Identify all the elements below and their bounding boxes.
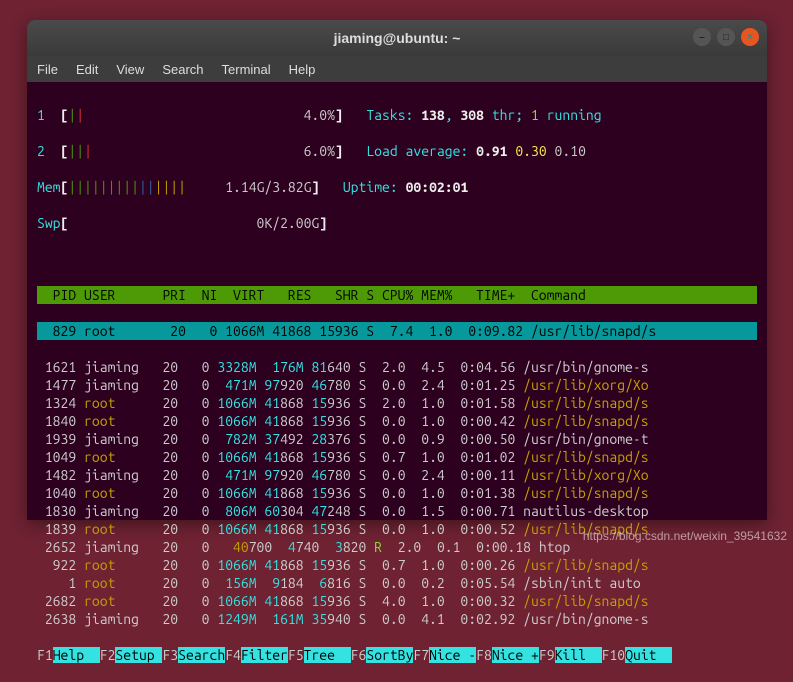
fkey-action[interactable]: Filter	[241, 647, 288, 663]
tasks-count: 138	[421, 107, 445, 123]
window-buttons: – □ ×	[693, 28, 759, 46]
table-row[interactable]: 2638 jiaming 20 0 1249M 161M 35940 S 0.0…	[37, 610, 757, 628]
mem-label: Mem	[37, 179, 61, 195]
cpu2-pct: 6.0%	[304, 143, 335, 159]
running-count: 1	[531, 107, 539, 123]
menu-terminal[interactable]: Terminal	[222, 62, 271, 77]
table-row[interactable]: 1482 jiaming 20 0 471M 97920 46780 S 0.0…	[37, 466, 757, 484]
fkey-action[interactable]: SortBy	[366, 647, 413, 663]
table-row[interactable]: 1040 root 20 0 1066M 41868 15936 S 0.0 1…	[37, 484, 757, 502]
minimize-button[interactable]: –	[693, 28, 711, 46]
table-row[interactable]: 1 root 20 0 156M 9184 6816 S 0.0 0.2 0:0…	[37, 574, 757, 592]
menu-search[interactable]: Search	[162, 62, 203, 77]
process-list[interactable]: 1621 jiaming 20 0 3328M 176M 81640 S 2.0…	[37, 358, 757, 628]
table-row[interactable]: 1324 root 20 0 1066M 41868 15936 S 2.0 1…	[37, 394, 757, 412]
table-row[interactable]: 922 root 20 0 1066M 41868 15936 S 0.7 1.…	[37, 556, 757, 574]
menubar: File Edit View Search Terminal Help	[27, 56, 767, 82]
cpu1-pct: 4.0%	[304, 107, 335, 123]
window-title: jiaming@ubuntu: ~	[334, 30, 461, 46]
menu-edit[interactable]: Edit	[76, 62, 98, 77]
selected-row[interactable]: 829 root 20 0 1066M 41868 15936 S 7.4 1.…	[37, 322, 757, 340]
menu-view[interactable]: View	[116, 62, 144, 77]
table-row[interactable]: 1621 jiaming 20 0 3328M 176M 81640 S 2.0…	[37, 358, 757, 376]
thr-count: 308	[460, 107, 484, 123]
cpu2-label: 2	[37, 143, 45, 159]
load-label: Load average:	[366, 143, 476, 159]
fkey-action[interactable]: Search	[178, 647, 225, 663]
close-button[interactable]: ×	[741, 28, 759, 46]
tasks-label: Tasks:	[366, 107, 421, 123]
fkey-action[interactable]: Setup	[115, 647, 162, 663]
titlebar[interactable]: jiaming@ubuntu: ~ – □ ×	[27, 20, 767, 56]
watermark: https://blog.csdn.net/weixin_39541632	[583, 529, 787, 543]
load3: 0.10	[555, 143, 586, 159]
load1: 0.91	[476, 143, 507, 159]
table-row[interactable]: 1477 jiaming 20 0 471M 97920 46780 S 0.0…	[37, 376, 757, 394]
terminal-content: 1 [|| 4.0%] Tasks: 138, 308 thr; 1 runni…	[27, 82, 767, 682]
mem-usage: 1.14G/3.82G	[225, 179, 311, 195]
fkey-action[interactable]: Tree	[304, 647, 351, 663]
fkey-action[interactable]: Kill	[555, 647, 602, 663]
fkey-action[interactable]: Help	[53, 647, 100, 663]
fkey-action[interactable]: Nice +	[492, 647, 539, 663]
load2: 0.30	[515, 143, 546, 159]
maximize-button[interactable]: □	[717, 28, 735, 46]
menu-help[interactable]: Help	[289, 62, 316, 77]
uptime-label: Uptime:	[343, 179, 406, 195]
column-header[interactable]: PID USER PRI NI VIRT RES SHR S CPU% MEM%…	[37, 286, 757, 304]
swp-label: Swp	[37, 215, 61, 231]
terminal-window: jiaming@ubuntu: ~ – □ × File Edit View S…	[27, 20, 767, 520]
cpu1-label: 1	[37, 107, 45, 123]
fkey-action[interactable]: Quit	[625, 647, 672, 663]
fkey-action[interactable]: Nice -	[429, 647, 476, 663]
function-keys: F1Help F2Setup F3SearchF4FilterF5Tree F6…	[37, 647, 672, 663]
uptime: 00:02:01	[406, 179, 469, 195]
table-row[interactable]: 1830 jiaming 20 0 806M 60304 47248 S 0.0…	[37, 502, 757, 520]
table-row[interactable]: 2682 root 20 0 1066M 41868 15936 S 4.0 1…	[37, 592, 757, 610]
table-row[interactable]: 1840 root 20 0 1066M 41868 15936 S 0.0 1…	[37, 412, 757, 430]
table-row[interactable]: 1049 root 20 0 1066M 41868 15936 S 0.7 1…	[37, 448, 757, 466]
table-row[interactable]: 1939 jiaming 20 0 782M 37492 28376 S 0.0…	[37, 430, 757, 448]
menu-file[interactable]: File	[37, 62, 58, 77]
swp-usage: 0K/2.00G	[257, 215, 320, 231]
